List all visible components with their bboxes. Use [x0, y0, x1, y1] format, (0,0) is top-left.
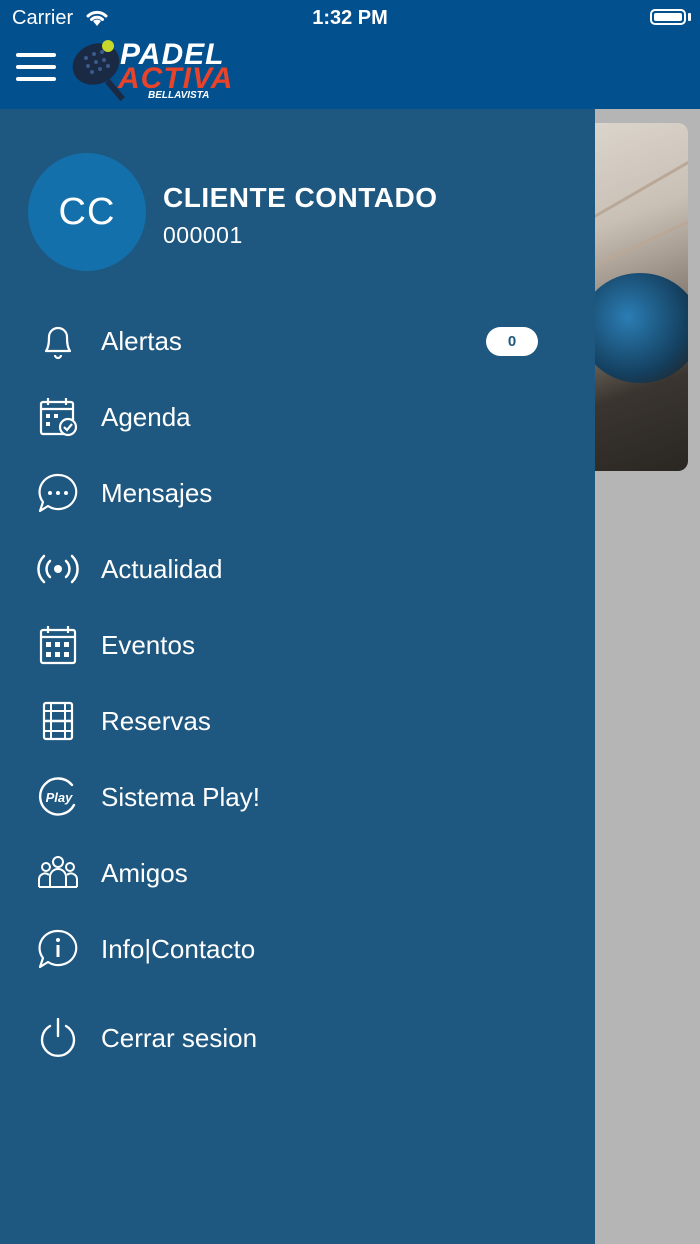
user-name: CLIENTE CONTADO: [163, 182, 438, 213]
menu-label: Eventos: [101, 630, 195, 660]
menu-item-info-contacto[interactable]: Info|Contacto: [0, 919, 595, 979]
menu-item-amigos[interactable]: Amigos: [0, 843, 595, 903]
court-icon: [42, 701, 74, 741]
menu-label: Agenda: [101, 402, 191, 432]
padel-activa-logo: PADEL ACTIVA BELLAVISTA: [68, 38, 238, 104]
avatar: CC: [28, 153, 146, 271]
menu-label: Alertas: [101, 326, 182, 356]
status-time: 1:32 PM: [312, 7, 388, 29]
menu-label: Reservas: [101, 706, 211, 736]
calendar-check-icon: [39, 398, 78, 437]
broadcast-icon: [37, 554, 79, 584]
svg-text:Play: Play: [46, 790, 74, 805]
status-bar: Carrier 1:32 PM: [0, 0, 700, 36]
menu-label: Info|Contacto: [101, 934, 256, 964]
menu-label: Actualidad: [101, 554, 223, 584]
friends-icon: [38, 856, 78, 888]
menu-item-eventos[interactable]: Eventos: [0, 615, 595, 675]
battery-icon: [650, 9, 686, 25]
menu-item-mensajes[interactable]: Mensajes: [0, 463, 595, 523]
menu-item-actualidad[interactable]: Actualidad: [0, 539, 595, 599]
calendar-grid-icon: [39, 626, 77, 665]
menu-label: Amigos: [101, 858, 188, 888]
menu-label: Mensajes: [101, 478, 213, 508]
bell-icon: [44, 326, 72, 360]
menu-toggle-button[interactable]: [16, 53, 58, 83]
menu-item-reservas[interactable]: Reservas: [0, 691, 595, 751]
menu-item-agenda[interactable]: Agenda: [0, 387, 595, 447]
power-icon: [40, 1018, 76, 1058]
user-id: 000001: [163, 222, 243, 248]
menu-label: Cerrar sesion: [101, 1023, 258, 1053]
app-header: Carrier 1:32 PM PADEL ACTIVA BELLAVISTA: [0, 0, 700, 109]
battery-tip: [688, 13, 691, 21]
alerts-count-badge: 0: [486, 327, 538, 356]
menu-item-cerrar-sesion[interactable]: Cerrar sesion: [0, 1008, 595, 1068]
chat-bubble-icon: [38, 473, 78, 513]
info-bubble-icon: [38, 929, 78, 969]
menu-item-sistema-play[interactable]: Play Sistema Play!: [0, 767, 595, 827]
side-drawer: CC CLIENTE CONTADO 000001 Alertas 0 Agen…: [0, 109, 595, 1244]
play-logo-icon: Play: [39, 777, 76, 816]
menu-item-alertas[interactable]: Alertas 0: [0, 311, 595, 371]
menu-label: Sistema Play!: [101, 782, 260, 812]
logo-text-bellavista: BELLAVISTA: [148, 90, 210, 101]
